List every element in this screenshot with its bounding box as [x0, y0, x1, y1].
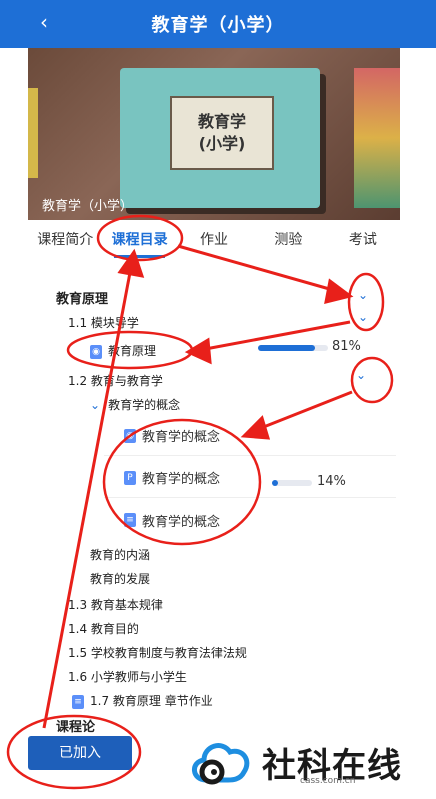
section-title: 教育原理 [56, 292, 109, 307]
chevron-down-icon: ⌄ [90, 398, 101, 412]
brand-url: cass.com.cn [300, 776, 356, 786]
document-icon: ≡ [124, 513, 136, 527]
chapter-homework-item[interactable]: ≡ 1.7 教育原理 章节作业 [72, 692, 213, 709]
tab-homework[interactable]: 作业 [177, 222, 251, 258]
tab-bar: 课程简介 课程目录 作业 测验 考试 [28, 222, 400, 258]
video-icon: ◉ [124, 428, 136, 443]
progress-bar [258, 345, 328, 351]
chevron-down-icon[interactable]: ⌄ [358, 288, 368, 302]
chapter-item[interactable]: 1.6 小学教师与小学生 [68, 668, 187, 685]
book-label: 教育学 (小学) [170, 96, 274, 170]
page-title: 教育学（小学） [151, 15, 285, 36]
banner-caption: 教育学（小学） [42, 199, 134, 214]
lesson-item[interactable]: ≡ 教育学的概念 [104, 500, 396, 540]
lesson-item[interactable]: ◉ 教育原理 [90, 342, 156, 359]
lesson-label: 教育原理 [108, 344, 157, 358]
joined-button[interactable]: 已加入 [28, 736, 132, 770]
page: ‹ 教育学（小学） 教育学 (小学) 教育学（小学） 课程简介 课程目录 作业 … [0, 0, 436, 799]
lesson-item[interactable]: ◉ 教育学的概念 [104, 416, 396, 456]
chevron-down-icon[interactable]: ⌄ [358, 310, 368, 324]
progress-fill [258, 345, 315, 351]
chapter-item[interactable]: 1.4 教育目的 [68, 620, 139, 637]
watermark-logo: 社科在线 cass.com.cn [188, 730, 428, 794]
course-banner: 教育学 (小学) 教育学（小学） [28, 48, 400, 220]
chapter-item[interactable]: 1.5 学校教育制度与教育法律法规 [68, 644, 247, 661]
lesson-label: 教育学的概念 [142, 430, 221, 445]
lesson-label: 教育学的概念 [142, 472, 221, 487]
chapter-item[interactable]: 1.2 教育与教育学 [68, 372, 163, 389]
tab-intro[interactable]: 课程简介 [28, 222, 102, 258]
tab-exam[interactable]: 考试 [326, 222, 400, 258]
ppt-icon: P [124, 470, 136, 485]
chapter-item[interactable]: 1.1 模块导学 [68, 314, 139, 331]
lesson-label: 教育学的概念 [142, 514, 221, 530]
chapter-item[interactable]: 1.3 教育基本规律 [68, 596, 163, 613]
document-icon: ≡ [72, 694, 84, 709]
progress-percent: 14% [317, 474, 346, 489]
sub-chapter-item[interactable]: ⌄ 教育学的概念 [90, 396, 180, 413]
book-image: 教育学 (小学) [120, 68, 320, 208]
section-title: 课程论 [56, 720, 96, 735]
progress-percent: 81% [332, 339, 361, 354]
book-title: 教育学 [197, 112, 246, 131]
bottom-bar: 课程论 已加入 社科在线 cass.com.cn [0, 720, 436, 799]
sub-chapter-item[interactable]: 教育的发展 [90, 570, 150, 587]
book-subtitle: (小学) [198, 134, 246, 153]
lesson-item[interactable]: P 教育学的概念 [104, 458, 396, 498]
tab-quiz[interactable]: 测验 [251, 222, 325, 258]
top-bar: ‹ 教育学（小学） [0, 0, 436, 48]
decoration [28, 88, 38, 178]
decoration [354, 68, 400, 208]
tab-catalog[interactable]: 课程目录 [102, 222, 176, 258]
back-button[interactable]: ‹ [40, 10, 48, 34]
homework-label: 1.7 教育原理 章节作业 [90, 694, 213, 708]
sub-chapter-item[interactable]: 教育的内涵 [90, 546, 150, 563]
course-catalog: 教育原理 ⌄ 1.1 模块导学 ⌄ ◉ 教育原理 81% 1.2 教育与教育学 ⌄… [40, 282, 396, 732]
progress-bar [272, 480, 312, 486]
sub-chapter-label: 教育学的概念 [108, 398, 181, 412]
cloud-logo-icon [188, 734, 254, 790]
progress-fill [272, 480, 278, 486]
chevron-down-icon[interactable]: ⌄ [356, 368, 366, 382]
video-icon: ◉ [90, 344, 102, 359]
